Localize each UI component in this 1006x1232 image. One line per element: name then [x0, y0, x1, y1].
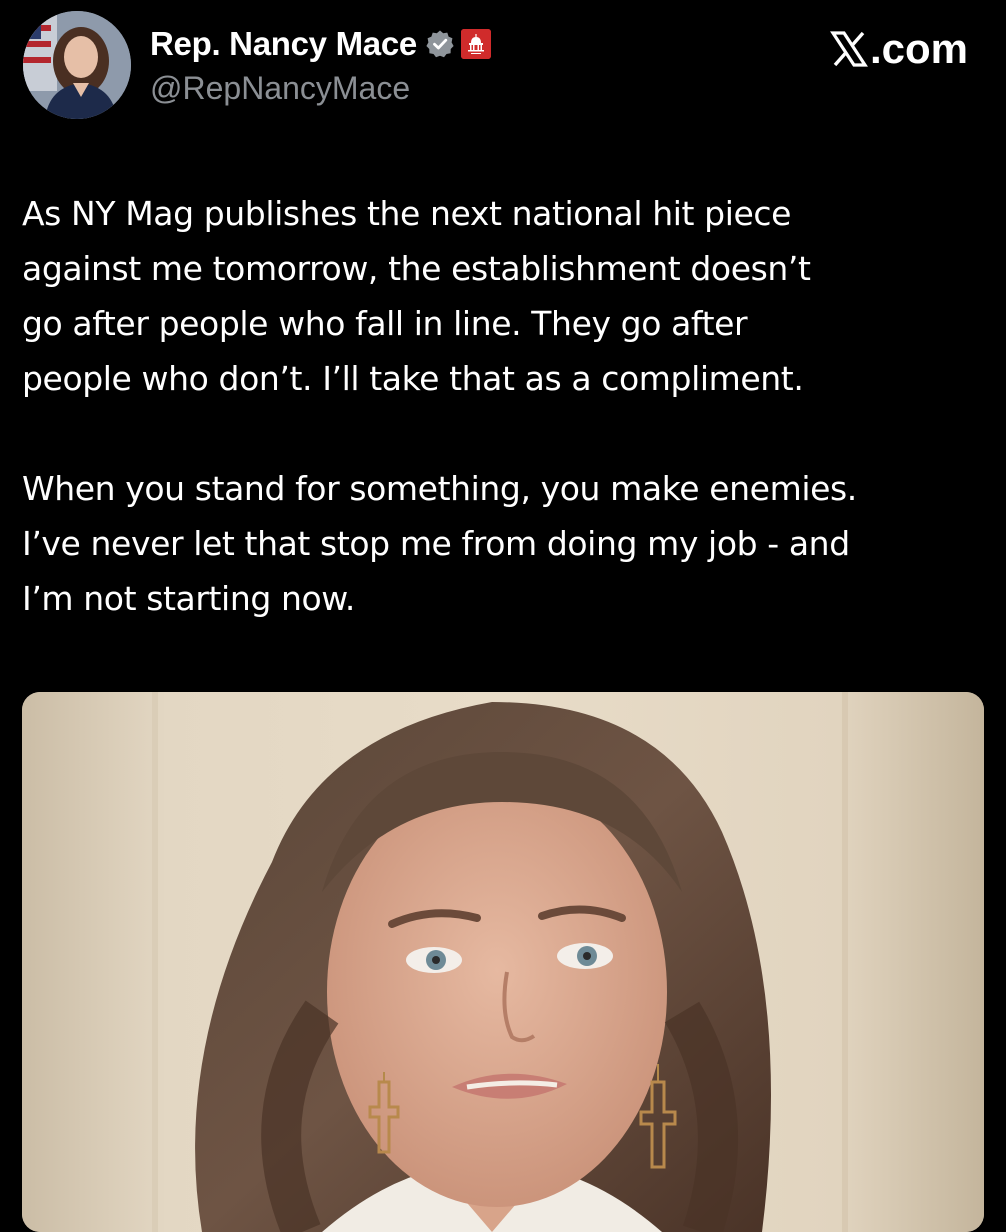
post-paragraph: When you stand for something, you make e… — [22, 469, 857, 618]
post-video-thumbnail[interactable] — [22, 692, 984, 1232]
verified-badge-icon — [425, 29, 455, 59]
author-display-name[interactable]: Rep. Nancy Mace — [150, 25, 417, 63]
post-text: As NY Mag publishes the next national hi… — [22, 186, 982, 626]
author-avatar[interactable] — [23, 11, 131, 119]
post-paragraph: As NY Mag publishes the next national hi… — [22, 194, 811, 398]
author-name-row: Rep. Nancy Mace — [150, 22, 491, 66]
capitol-gop-badge-icon[interactable] — [460, 29, 491, 59]
x-logo-icon — [830, 30, 868, 68]
author-handle[interactable]: @RepNancyMace — [150, 70, 410, 107]
site-logo: .com — [830, 24, 968, 74]
site-domain-text: .com — [869, 25, 968, 72]
post-header: Rep. Nancy Mace @RepNancyMace .com — [0, 0, 1006, 140]
